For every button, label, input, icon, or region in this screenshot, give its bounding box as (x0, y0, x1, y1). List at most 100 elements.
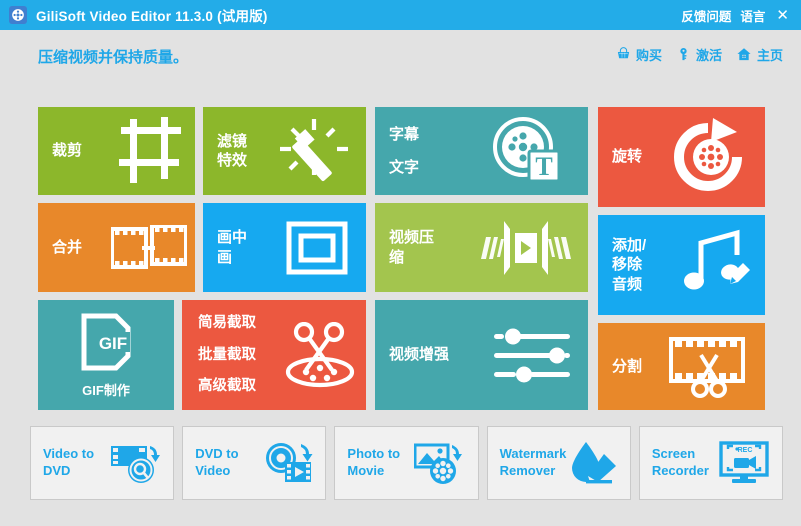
card-video-to-dvd-line-1: DVD (43, 463, 71, 478)
tile-filter-labels: 滤镜 特效 (203, 132, 247, 170)
sub-header: 压缩视频并保持质量。 购买 激活 主页 (0, 30, 801, 85)
photo-to-movie-icon (413, 440, 468, 486)
tile-add-remove-audio[interactable]: 添加/ 移除 音频 (598, 215, 765, 315)
card-screen-recorder-line-0: Screen (651, 446, 696, 462)
card-watermark-remover-line-0: Watermark (499, 446, 567, 462)
tile-pip-label-1: 画 (217, 248, 233, 266)
buy-label: 购买 (635, 48, 662, 63)
card-video-to-dvd-line-0: Video to (43, 446, 95, 462)
home-label: 主页 (756, 48, 783, 63)
tile-capture[interactable]: 简易截取 批量截取 高级截取 (182, 300, 366, 410)
feedback-link[interactable]: 反馈问题 (681, 6, 731, 25)
tile-filter-effects[interactable]: 滤镜 特效 (203, 107, 366, 195)
language-link[interactable]: 语言 (740, 6, 765, 25)
home-action[interactable]: 主页 (736, 45, 783, 64)
home-icon (736, 47, 752, 62)
tile-crop-labels: 裁剪 (38, 141, 82, 160)
tile-audio-labels: 添加/ 移除 音频 (598, 236, 646, 294)
tile-pip-labels: 画中 画 (203, 228, 247, 266)
tile-audio-label-0: 添加/ (612, 237, 647, 255)
tile-crop[interactable]: 裁剪 (38, 107, 195, 195)
tile-enhance-labels: 视频增强 (375, 345, 449, 364)
header-actions: 购买 激活 主页 (616, 45, 783, 64)
tile-capture-label-0: 简易截取 (198, 315, 256, 332)
tile-compress-label-1: 缩 (389, 248, 405, 266)
card-dvd-to-video[interactable]: DVD to Video (182, 426, 327, 500)
tile-capture-label-2: 高级截取 (198, 378, 256, 395)
card-screen-recorder-line-1: Recorder (651, 463, 709, 478)
tile-filter-label-1: 特效 (217, 152, 248, 169)
tile-subtitle-label-0: 字幕 (389, 125, 420, 143)
key-icon (676, 47, 691, 62)
tile-subtitle-label-1: 文字 (389, 159, 420, 176)
tile-crop-label-0: 裁剪 (52, 142, 83, 160)
tile-video-compress[interactable]: 视频压 缩 (375, 203, 588, 292)
film-scissors-icon (667, 333, 753, 401)
card-photo-to-movie[interactable]: Photo to Movie (334, 426, 479, 500)
card-watermark-remover-line-1: Remover (499, 463, 556, 478)
tile-filter-label-0: 滤镜 (217, 132, 248, 150)
dvd-to-video-icon (261, 440, 315, 486)
reel-text-icon: T (486, 115, 566, 187)
card-photo-to-movie-label: Photo to Movie (335, 446, 400, 480)
screen-recorder-icon: REC (718, 440, 772, 486)
card-photo-to-movie-line-1: Movie (347, 463, 385, 478)
scissors-reel-icon (282, 322, 360, 392)
close-icon[interactable]: ✕ (774, 8, 791, 23)
card-video-to-dvd[interactable]: Video to DVD (30, 426, 175, 500)
tile-split[interactable]: 分割 (598, 323, 765, 410)
tile-merge-label-0: 合并 (52, 238, 83, 256)
pip-frame-icon (286, 221, 348, 275)
tile-audio-label-1: 移除 (612, 256, 643, 274)
title-bar: GiliSoft Video Editor 11.3.0 (试用版) 反馈问题 … (0, 0, 801, 30)
tile-subtitle-text[interactable]: 字幕 文字 T (375, 107, 588, 195)
app-title: GiliSoft Video Editor 11.3.0 (试用版) (36, 9, 268, 24)
card-dvd-to-video-label: DVD to Video (183, 446, 238, 480)
sliders-icon (494, 328, 570, 384)
buy-action[interactable]: 购买 (616, 45, 662, 64)
tile-rotate-labels: 旋转 (598, 147, 642, 166)
card-dvd-to-video-line-0: DVD to (195, 446, 239, 462)
tile-picture-in-picture[interactable]: 画中 画 (203, 203, 366, 292)
gif-file-icon: GIF (76, 312, 136, 374)
tile-gif-maker[interactable]: GIF GIF制作 (38, 300, 174, 410)
film-reel-icon (9, 6, 27, 24)
card-video-to-dvd-label: Video to DVD (31, 446, 94, 480)
svg-text:REC: REC (738, 447, 753, 454)
activate-label: 激活 (695, 48, 722, 63)
bottom-cards-row: Video to DVD DVD to Video Photo to Movie… (0, 420, 801, 526)
crop-film-icon (113, 115, 187, 187)
activate-action[interactable]: 激活 (676, 45, 722, 64)
titlebar-actions: 反馈问题 语言 ✕ (681, 6, 801, 25)
video-to-dvd-icon (109, 440, 163, 486)
tile-capture-labels: 简易截取 批量截取 高级截取 (182, 316, 256, 394)
tile-audio-label-2: 音频 (612, 275, 643, 293)
tile-grid: 裁剪 滤镜 特效 字幕 文字 T 旋转 合并 画中 画 视频压 缩 添加/ 移除… (0, 85, 801, 420)
tile-rotate-label-0: 旋转 (612, 148, 643, 166)
tile-compress-labels: 视频压 缩 (375, 228, 434, 266)
tile-capture-label-1: 批量截取 (198, 346, 256, 363)
tile-subtitle-labels: 字幕 文字 (375, 125, 419, 177)
cart-icon (616, 47, 631, 62)
card-dvd-to-video-line-1: Video (195, 463, 231, 478)
card-watermark-remover-label: Watermark Remover (488, 446, 567, 480)
watermark-remover-icon (568, 440, 620, 486)
rotate-reel-icon (667, 116, 749, 198)
tile-merge[interactable]: 合并 (38, 203, 195, 292)
tagline: 压缩视频并保持质量。 (38, 49, 189, 66)
svg-text:GIF: GIF (99, 334, 127, 353)
tile-pip-label-0: 画中 (217, 229, 248, 247)
tile-split-labels: 分割 (598, 357, 642, 376)
card-watermark-remover[interactable]: Watermark Remover (486, 426, 631, 500)
card-screen-recorder[interactable]: Screen Recorder REC (638, 426, 784, 500)
tile-rotate[interactable]: 旋转 (598, 107, 765, 207)
tile-compress-label-0: 视频压 (389, 229, 435, 247)
tile-gif-caption: GIF制作 (82, 382, 130, 398)
compress-video-icon (474, 215, 578, 281)
music-pencil-icon (679, 229, 751, 301)
svg-text:T: T (535, 152, 552, 181)
tile-video-enhance[interactable]: 视频增强 (375, 300, 588, 410)
tile-enhance-label-0: 视频增强 (389, 346, 450, 364)
magic-wand-icon (276, 117, 352, 187)
tile-split-label-0: 分割 (612, 357, 643, 375)
